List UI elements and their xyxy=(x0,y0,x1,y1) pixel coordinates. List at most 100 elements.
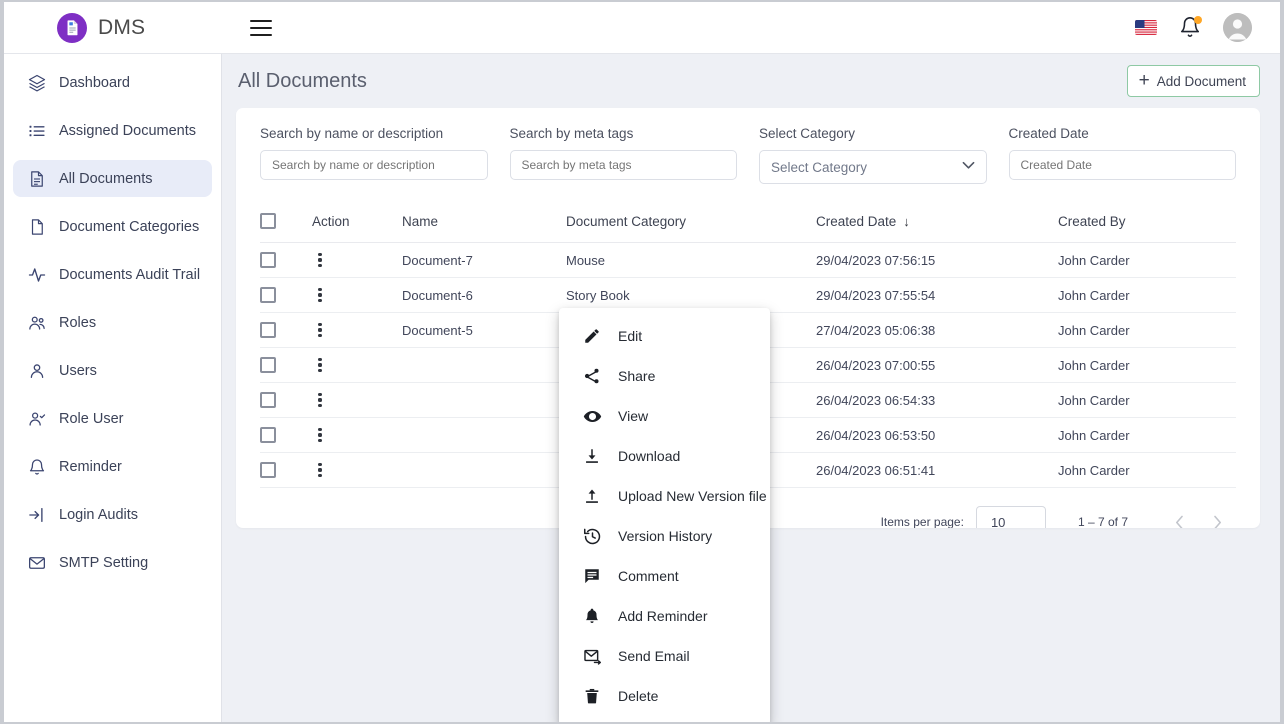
application-window: DMS Dashboard Assigned Documents All Doc… xyxy=(4,2,1280,722)
chevron-left-icon[interactable] xyxy=(1160,505,1198,528)
sidebar-item-label: Role User xyxy=(59,410,124,427)
bell-outline-icon xyxy=(27,457,46,476)
row-actions-menu-icon[interactable] xyxy=(312,252,328,268)
row-action-cell xyxy=(312,312,402,348)
context-menu-item-view[interactable]: View xyxy=(559,396,770,436)
sidebar-item-smtp-setting[interactable]: SMTP Setting xyxy=(13,544,212,581)
row-checkbox[interactable] xyxy=(260,322,276,338)
filter-select-category: Select Category Select Category xyxy=(759,126,987,184)
row-actions-menu-icon[interactable] xyxy=(312,427,328,443)
row-actions-menu-icon[interactable] xyxy=(312,357,328,373)
filter-search-meta-tags: Search by meta tags xyxy=(509,126,737,184)
document-text-icon xyxy=(27,169,46,188)
row-created-by: John Carder xyxy=(1058,382,1236,418)
search-name-input[interactable] xyxy=(260,150,488,180)
row-select-cell xyxy=(260,452,312,488)
trash-icon xyxy=(582,686,602,706)
row-action-cell xyxy=(312,242,402,278)
sidebar-item-role-user[interactable]: Role User xyxy=(13,400,212,437)
context-menu-item-label: Version History xyxy=(618,528,713,544)
upload-icon xyxy=(582,486,602,506)
sidebar-item-all-documents[interactable]: All Documents xyxy=(13,160,212,197)
context-menu-item-send-email[interactable]: Send Email xyxy=(559,636,770,676)
row-actions-menu-icon[interactable] xyxy=(312,322,328,338)
row-actions-menu-icon[interactable] xyxy=(312,392,328,408)
created-date-input[interactable] xyxy=(1008,150,1236,180)
filter-created-date: Created Date xyxy=(1008,126,1236,184)
items-per-page-label: Items per page: xyxy=(880,515,964,528)
context-menu-item-download[interactable]: Download xyxy=(559,436,770,476)
add-document-button[interactable]: + Add Document xyxy=(1126,65,1260,97)
sidebar-item-dashboard[interactable]: Dashboard xyxy=(13,64,212,101)
comment-icon xyxy=(582,566,602,586)
row-action-cell xyxy=(312,382,402,418)
envelope-icon xyxy=(27,553,46,572)
header-select-all xyxy=(260,204,312,243)
sidebar-item-label: SMTP Setting xyxy=(59,554,149,571)
sidebar-item-login-audits[interactable]: Login Audits xyxy=(13,496,212,533)
filters-row: Search by name or description Search by … xyxy=(260,126,1236,190)
search-meta-tags-input[interactable] xyxy=(509,150,737,180)
context-menu-item-version-history[interactable]: Version History xyxy=(559,516,770,556)
sidebar-item-reminder[interactable]: Reminder xyxy=(13,448,212,485)
row-created-date: 26/04/2023 06:53:50 xyxy=(816,417,1058,453)
header-name[interactable]: Name xyxy=(402,204,566,243)
row-name xyxy=(402,417,566,453)
row-action-cell xyxy=(312,452,402,488)
row-checkbox[interactable] xyxy=(260,427,276,443)
sidebar-item-document-categories[interactable]: Document Categories xyxy=(13,208,212,245)
sidebar-item-assigned-documents[interactable]: Assigned Documents xyxy=(13,112,212,149)
context-menu-item-label: Comment xyxy=(618,568,679,584)
row-checkbox[interactable] xyxy=(260,252,276,268)
row-created-date: 26/04/2023 06:54:33 xyxy=(816,382,1058,418)
sidebar-item-roles[interactable]: Roles xyxy=(13,304,212,341)
row-checkbox[interactable] xyxy=(260,357,276,373)
us-flag-icon[interactable] xyxy=(1135,20,1157,35)
row-checkbox[interactable] xyxy=(260,392,276,408)
context-menu-item-edit[interactable]: Edit xyxy=(559,316,770,356)
filter-label: Search by meta tags xyxy=(509,126,634,141)
row-name xyxy=(402,347,566,383)
header-created-date[interactable]: Created Date ↓ xyxy=(816,204,1058,243)
arrow-down-icon: ↓ xyxy=(903,213,910,229)
row-actions-menu-icon[interactable] xyxy=(312,287,328,303)
sidebar-item-label: Documents Audit Trail xyxy=(59,266,201,283)
table-header-row: Action Name Document Category Created Da… xyxy=(260,204,1236,243)
items-per-page-select[interactable]: 10 xyxy=(975,506,1046,528)
context-menu-item-label: Delete xyxy=(618,688,659,704)
brand-logo[interactable]: DMS xyxy=(4,12,216,43)
row-action-cell xyxy=(312,417,402,453)
row-select-cell xyxy=(260,312,312,348)
context-menu-item-upload-new-version[interactable]: Upload New Version file xyxy=(559,476,770,516)
row-checkbox[interactable] xyxy=(260,462,276,478)
table-row[interactable]: Document-7 Mouse 29/04/2023 07:56:15 Joh… xyxy=(260,242,1236,278)
sidebar-item-label: Dashboard xyxy=(59,74,130,91)
page-header: All Documents + Add Document xyxy=(236,54,1260,108)
row-created-date: 26/04/2023 06:51:41 xyxy=(816,452,1058,488)
row-checkbox[interactable] xyxy=(260,287,276,303)
filter-label: Search by name or description xyxy=(260,126,444,141)
context-menu-item-comment[interactable]: Comment xyxy=(559,556,770,596)
header-document-category[interactable]: Document Category xyxy=(566,204,816,243)
filter-search-name: Search by name or description xyxy=(260,126,488,184)
sidebar-item-label: Document Categories xyxy=(59,218,200,235)
row-select-cell xyxy=(260,347,312,383)
bell-filled-icon xyxy=(582,606,602,626)
header-created-by[interactable]: Created By xyxy=(1058,204,1236,243)
sidebar: Dashboard Assigned Documents All Documen… xyxy=(4,54,222,722)
bell-icon[interactable] xyxy=(1179,15,1202,40)
select-all-checkbox[interactable] xyxy=(260,213,276,229)
user-avatar-icon[interactable] xyxy=(1223,13,1252,42)
context-menu-item-share[interactable]: Share xyxy=(559,356,770,396)
sidebar-item-label: Assigned Documents xyxy=(59,122,197,139)
chevron-right-icon[interactable] xyxy=(1198,505,1236,528)
row-actions-menu-icon[interactable] xyxy=(312,462,328,478)
sidebar-item-users[interactable]: Users xyxy=(13,352,212,389)
sidebar-item-documents-audit-trail[interactable]: Documents Audit Trail xyxy=(13,256,212,293)
chevron-down-icon xyxy=(962,161,975,173)
category-select[interactable]: Select Category xyxy=(759,150,987,184)
context-menu-item-delete[interactable]: Delete xyxy=(559,676,770,716)
context-menu-item-add-reminder[interactable]: Add Reminder xyxy=(559,596,770,636)
row-created-date: 27/04/2023 05:06:38 xyxy=(816,312,1058,348)
hamburger-menu-icon[interactable] xyxy=(250,19,272,36)
